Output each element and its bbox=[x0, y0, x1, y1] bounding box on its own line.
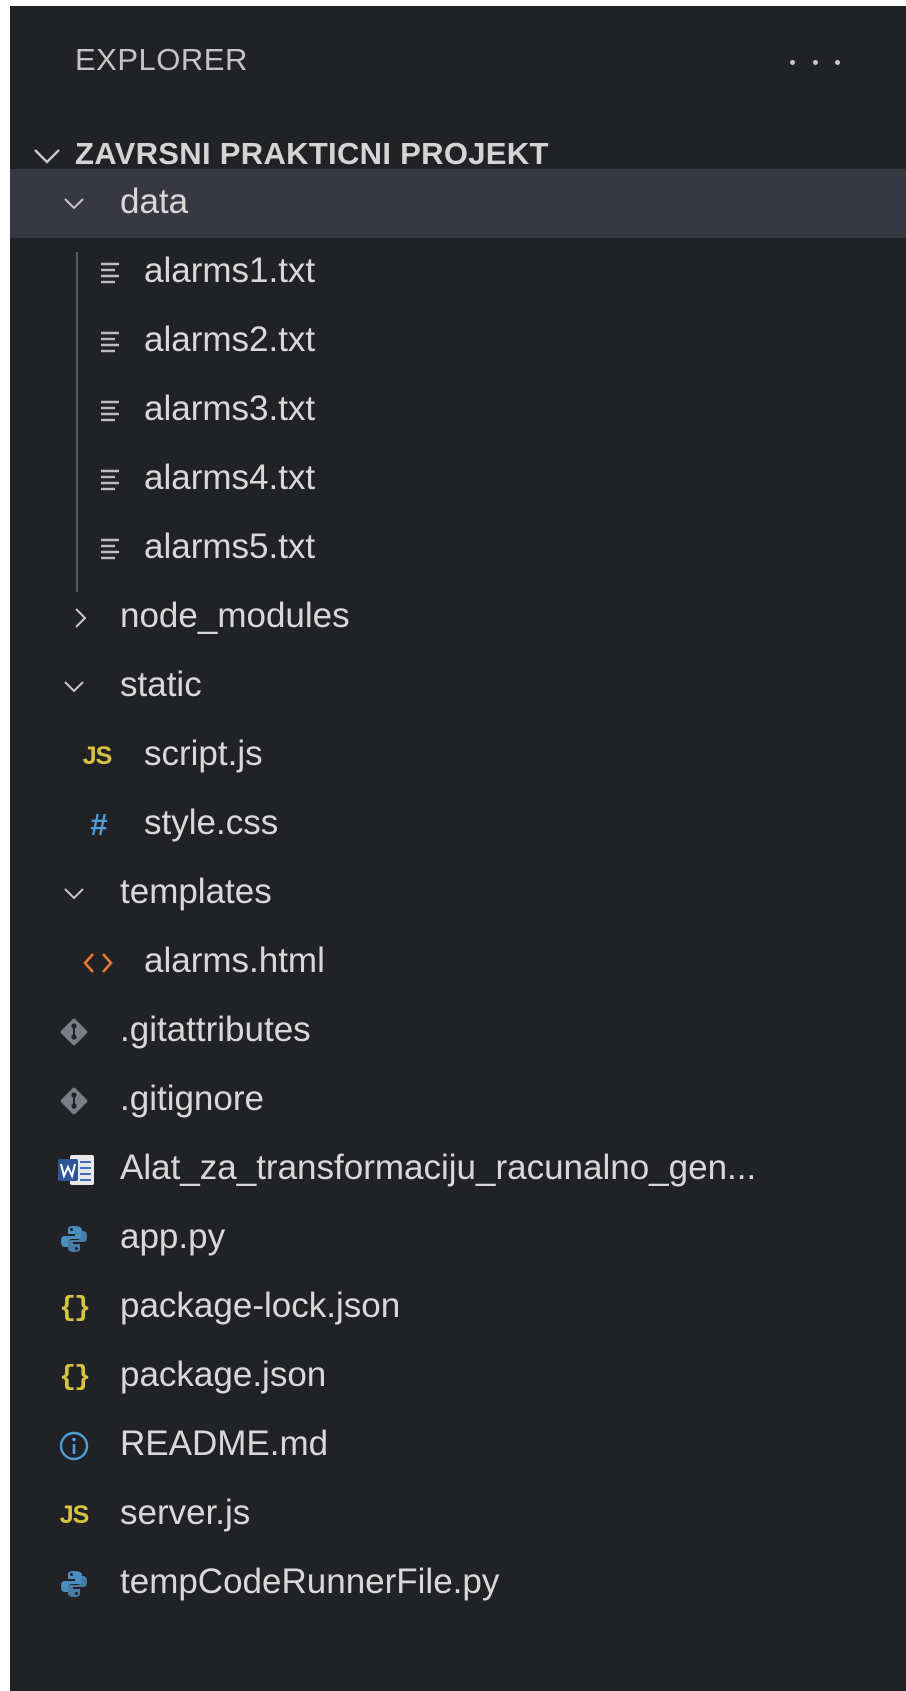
file-style-css[interactable]: # style.css bbox=[10, 790, 906, 859]
git-icon bbox=[60, 1018, 88, 1046]
file-alarms-html[interactable]: alarms.html bbox=[10, 928, 906, 997]
git-icon bbox=[60, 1087, 88, 1115]
file-alarms1-txt[interactable]: alarms1.txt bbox=[10, 238, 906, 307]
file-label: script.js bbox=[144, 734, 263, 773]
file-alarms4-txt[interactable]: alarms4.txt bbox=[10, 445, 906, 514]
folder-templates[interactable]: templates bbox=[10, 859, 906, 928]
file-label: server.js bbox=[120, 1493, 251, 1532]
file-label: app.py bbox=[120, 1217, 226, 1256]
file-script-js[interactable]: JS script.js bbox=[10, 721, 906, 790]
folder-node-modules[interactable]: node_modules bbox=[10, 583, 906, 652]
text-file-icon bbox=[101, 331, 119, 353]
explorer-header: EXPLORER bbox=[10, 6, 906, 116]
file-label: style.css bbox=[144, 803, 279, 842]
project-name: ZAVRSNI PRAKTICNI PROJEKT bbox=[75, 136, 549, 171]
file-label: Alat_za_transformaciju_racunalno_gen... bbox=[120, 1148, 757, 1187]
file-alarms2-txt[interactable]: alarms2.txt bbox=[10, 307, 906, 376]
file-alarms3-txt[interactable]: alarms3.txt bbox=[10, 376, 906, 445]
info-icon bbox=[59, 1431, 89, 1461]
folder-label: node_modules bbox=[120, 596, 350, 635]
text-file-icon bbox=[101, 400, 119, 422]
file-alarms5-txt[interactable]: alarms5.txt bbox=[10, 514, 906, 583]
file-package-lock-json[interactable]: {} package-lock.json bbox=[10, 1273, 906, 1342]
explorer-panel: EXPLORER ZAVRSNI PRAKTICNI PROJEKT data bbox=[10, 6, 906, 1691]
chevron-right-icon bbox=[75, 608, 87, 628]
folder-label: static bbox=[120, 665, 202, 704]
file-label: alarms.html bbox=[144, 941, 325, 980]
file-label: alarms5.txt bbox=[144, 527, 316, 566]
file-tempcoderunnerfile-py[interactable]: tempCodeRunnerFile.py bbox=[10, 1549, 906, 1618]
javascript-icon: JS bbox=[57, 1498, 91, 1532]
file-package-json[interactable]: {} package.json bbox=[10, 1342, 906, 1411]
json-icon: {} bbox=[57, 1360, 91, 1394]
json-icon-label: {} bbox=[59, 1292, 91, 1324]
chevron-down-icon bbox=[34, 149, 60, 164]
css-icon-label: # bbox=[90, 807, 108, 842]
javascript-icon-label: JS bbox=[82, 741, 113, 770]
css-icon: # bbox=[82, 807, 116, 842]
javascript-icon-label: JS bbox=[59, 1500, 90, 1529]
text-file-icon bbox=[101, 262, 119, 284]
file-server-js[interactable]: JS server.js bbox=[10, 1480, 906, 1549]
text-file-icon bbox=[101, 469, 119, 491]
file-label: alarms4.txt bbox=[144, 458, 316, 497]
file-app-py[interactable]: app.py bbox=[10, 1204, 906, 1273]
json-icon: {} bbox=[57, 1291, 91, 1325]
json-icon-label: {} bbox=[59, 1361, 91, 1393]
file-label: tempCodeRunnerFile.py bbox=[120, 1562, 500, 1601]
file-label: alarms3.txt bbox=[144, 389, 316, 428]
ellipsis-icon[interactable] bbox=[790, 52, 840, 72]
file-readme-md[interactable]: README.md bbox=[10, 1411, 906, 1480]
chevron-down-icon bbox=[64, 888, 84, 900]
text-file-icon bbox=[101, 538, 119, 560]
file-label: .gitattributes bbox=[120, 1010, 311, 1049]
python-icon bbox=[61, 1571, 87, 1597]
file-label: package-lock.json bbox=[120, 1286, 401, 1325]
chevron-down-icon bbox=[64, 198, 84, 210]
word-document-icon bbox=[58, 1155, 94, 1185]
html-icon bbox=[83, 953, 113, 973]
folder-label: templates bbox=[120, 872, 272, 911]
python-icon bbox=[61, 1226, 87, 1252]
explorer-title: EXPLORER bbox=[75, 42, 248, 77]
folder-static[interactable]: static bbox=[10, 652, 906, 721]
chevron-down-icon bbox=[64, 681, 84, 693]
file-gitignore[interactable]: .gitignore bbox=[10, 1066, 906, 1135]
folder-label: data bbox=[120, 182, 189, 221]
file-label: alarms2.txt bbox=[144, 320, 316, 359]
file-word-document[interactable]: Alat_za_transformaciju_racunalno_gen... bbox=[10, 1135, 906, 1204]
folder-data[interactable]: data bbox=[10, 169, 906, 238]
file-label: .gitignore bbox=[120, 1079, 264, 1118]
file-label: package.json bbox=[120, 1355, 327, 1394]
file-gitattributes[interactable]: .gitattributes bbox=[10, 997, 906, 1066]
file-label: alarms1.txt bbox=[144, 251, 316, 290]
file-label: README.md bbox=[120, 1424, 329, 1463]
javascript-icon: JS bbox=[80, 739, 114, 773]
